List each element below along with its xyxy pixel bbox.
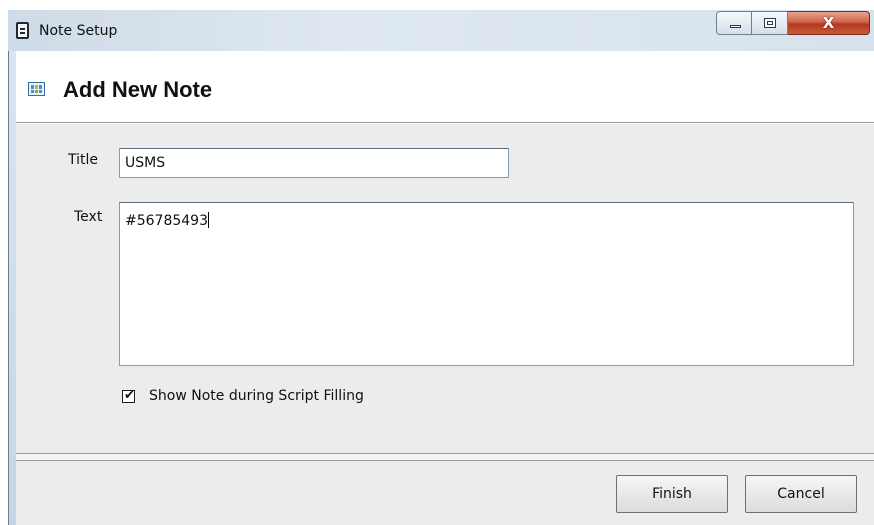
minimize-button[interactable] [716, 11, 752, 35]
caption-buttons: X [716, 11, 870, 35]
close-button[interactable]: X [788, 11, 870, 35]
maximize-icon [764, 18, 776, 28]
dialog-heading: Add New Note [63, 77, 213, 102]
cancel-button[interactable]: Cancel [745, 475, 857, 513]
show-note-label[interactable]: Show Note during Script Filling [149, 388, 364, 404]
header-divider [16, 122, 874, 124]
checkmark-icon: ✔ [124, 388, 135, 403]
text-label: Text [74, 209, 103, 225]
grid-table-icon [28, 82, 45, 96]
text-input-value: #56785493 [125, 213, 208, 229]
text-input-content: #56785493 [125, 212, 209, 229]
show-note-checkbox[interactable]: ✔ [122, 388, 135, 403]
close-icon: X [822, 14, 835, 32]
title-input-value: USMS [125, 155, 166, 171]
window-title: Note Setup [39, 23, 118, 39]
text-caret [208, 212, 209, 228]
title-label: Title [68, 152, 99, 168]
minimize-icon [730, 25, 741, 28]
maximize-button[interactable] [752, 11, 788, 35]
title-input[interactable]: USMS [119, 148, 509, 178]
footer-divider [16, 453, 874, 461]
finish-button[interactable]: Finish [616, 475, 728, 513]
text-input[interactable]: #56785493 [119, 202, 854, 366]
left-margin [0, 0, 8, 525]
note-icon [16, 22, 29, 39]
